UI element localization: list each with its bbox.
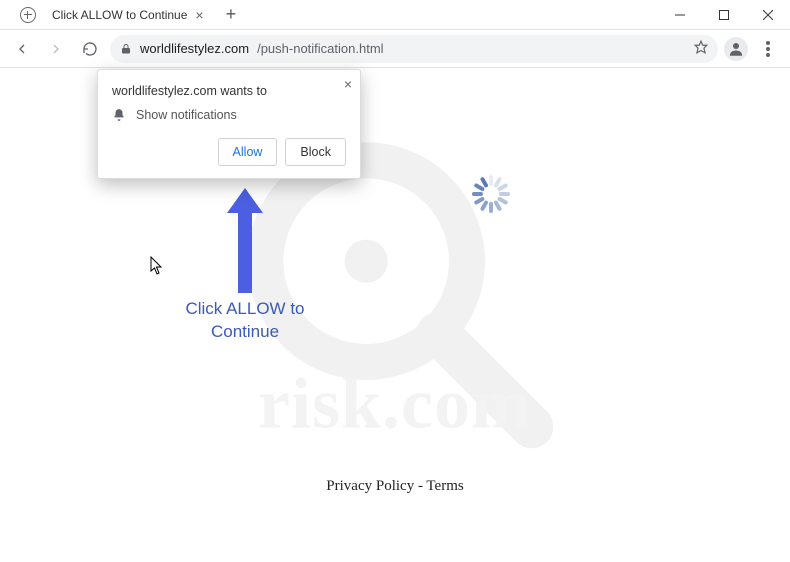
new-tab-button[interactable]: +	[220, 4, 243, 25]
cta-text: Click ALLOW to Continue	[165, 298, 325, 344]
minimize-button[interactable]	[658, 0, 702, 30]
reload-button[interactable]	[76, 35, 104, 63]
page-content: risk.com Click ALLOW to Continue Privacy…	[0, 68, 790, 562]
url-host: worldlifestylez.com	[140, 41, 249, 56]
notification-permission-dialog: × worldlifestylez.com wants to Show noti…	[97, 69, 361, 179]
window-controls	[658, 0, 790, 30]
url-path: /push-notification.html	[257, 41, 383, 56]
permission-actions: Allow Block	[112, 138, 346, 166]
browser-menu-button[interactable]	[754, 41, 782, 57]
window-titlebar: Click ALLOW to Continue × +	[0, 0, 790, 30]
address-bar[interactable]: worldlifestylez.com/push-notification.ht…	[110, 35, 718, 63]
maximize-button[interactable]	[702, 0, 746, 30]
forward-button[interactable]	[42, 35, 70, 63]
close-window-button[interactable]	[746, 0, 790, 30]
cta-line-2: Continue	[211, 322, 279, 341]
allow-button[interactable]: Allow	[218, 138, 278, 166]
cta-line-1: Click ALLOW to	[185, 299, 304, 318]
tab-title: Click ALLOW to Continue	[52, 8, 187, 22]
permission-capability-label: Show notifications	[136, 108, 237, 122]
permission-capability-row: Show notifications	[112, 108, 346, 122]
globe-icon	[20, 7, 36, 23]
lock-icon	[120, 43, 132, 55]
browser-tab[interactable]: Click ALLOW to Continue ×	[4, 3, 212, 27]
tab-strip: Click ALLOW to Continue × +	[0, 3, 658, 27]
close-tab-icon[interactable]: ×	[195, 7, 203, 23]
permission-prompt-text: worldlifestylez.com wants to	[112, 84, 346, 98]
dialog-close-icon[interactable]: ×	[344, 76, 352, 92]
watermark-text: risk.com	[258, 362, 532, 445]
up-arrow-icon	[225, 183, 265, 303]
bell-icon	[112, 108, 126, 122]
browser-toolbar: worldlifestylez.com/push-notification.ht…	[0, 30, 790, 68]
bookmark-star-icon[interactable]	[694, 40, 708, 57]
profile-avatar[interactable]	[724, 37, 748, 61]
footer-links[interactable]: Privacy Policy - Terms	[0, 478, 790, 495]
loading-spinner-icon	[470, 173, 512, 215]
block-button[interactable]: Block	[285, 138, 346, 166]
back-button[interactable]	[8, 35, 36, 63]
mouse-cursor-icon	[150, 256, 164, 276]
